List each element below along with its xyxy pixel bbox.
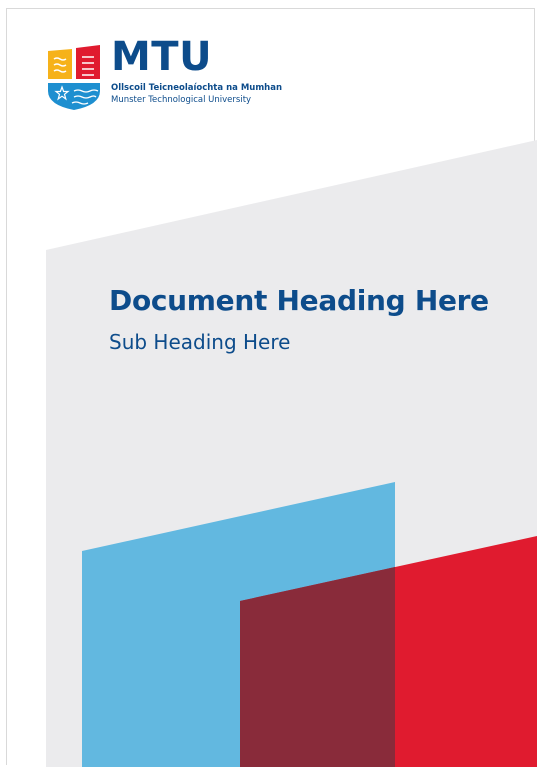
document-heading: Document Heading Here (109, 284, 489, 317)
cover-graphic (46, 140, 537, 767)
document-subheading: Sub Heading Here (109, 330, 291, 354)
document-cover-page: MTU Ollscoil Teicneolaíochta na Mumhan M… (0, 0, 537, 767)
overlap-block (240, 567, 395, 767)
mtu-shield-icon (48, 45, 100, 110)
mtu-logo: MTU Ollscoil Teicneolaíochta na Mumhan M… (46, 37, 306, 113)
logo-irish-name: Ollscoil Teicneolaíochta na Mumhan (111, 83, 283, 93)
logo-wordmark: MTU (111, 34, 213, 80)
logo-english-name: Munster Technological University (111, 95, 252, 105)
